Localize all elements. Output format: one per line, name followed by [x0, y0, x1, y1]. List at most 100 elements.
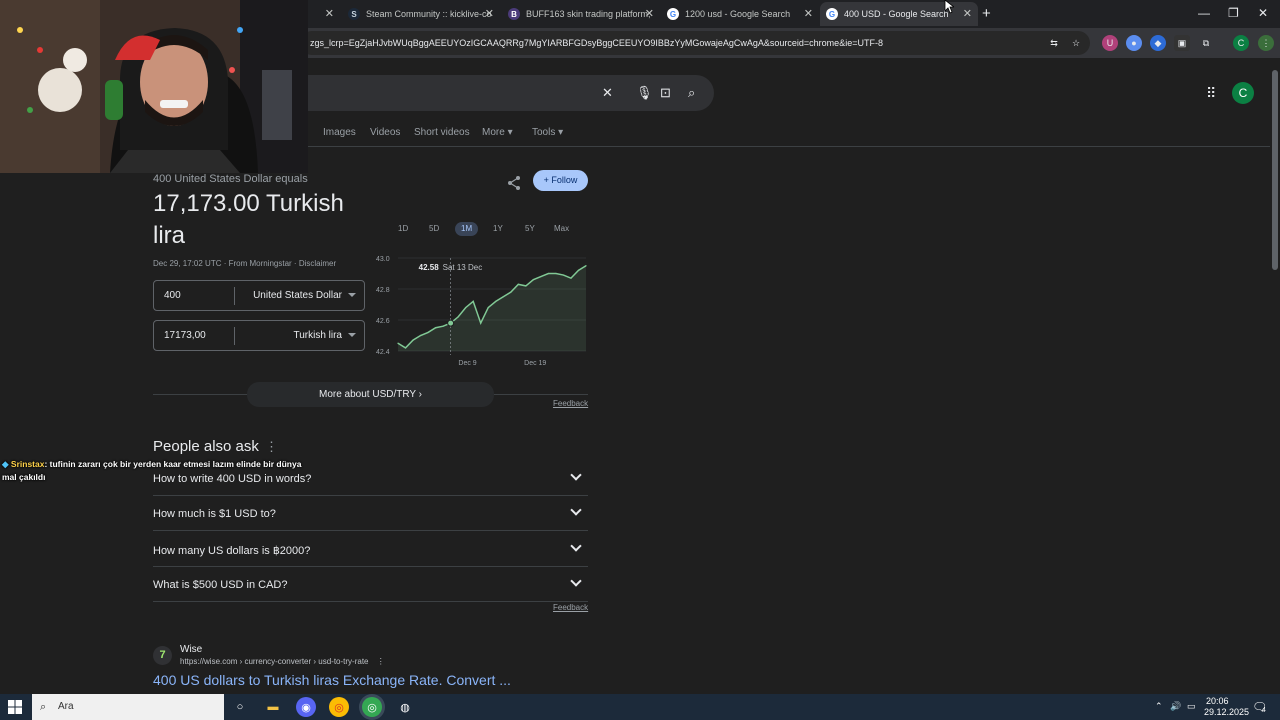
minimize-icon[interactable]: — [1198, 6, 1210, 20]
range-5y[interactable]: 5Y [519, 222, 541, 236]
chart-point [547, 272, 549, 275]
result-site-name: Wise [180, 644, 203, 655]
chart-tooltip-value: 42.58 [419, 263, 440, 272]
more-options-icon[interactable]: ⋮ [377, 657, 385, 666]
tab-buff163[interactable]: B BUFF163 skin trading platform, ✕ [502, 2, 660, 26]
chevron-down-icon [348, 293, 356, 297]
task-view-icon[interactable]: ○ [230, 697, 250, 717]
tab-1200-usd[interactable]: G 1200 usd - Google Search ✕ [661, 2, 819, 26]
chrome-icon[interactable]: ◎ [329, 697, 349, 717]
from-amount-row: 400 United States Dollar [153, 280, 365, 311]
follow-button[interactable]: + Follow [533, 170, 588, 191]
chart-point [457, 316, 459, 318]
extensions-puzzle-icon[interactable]: ⧉ [1198, 35, 1214, 51]
apps-grid-icon[interactable]: ⠿ [1206, 85, 1216, 102]
windows-taskbar: ⌕ Ara ○ ▬ ◉ ◎ ◎ ◍ ⌃ 🔊 ▭ 20:06 29.12.2025… [0, 694, 1280, 720]
range-1y[interactable]: 1Y [487, 222, 509, 236]
windows-start-icon[interactable] [8, 700, 22, 714]
obs-icon[interactable]: ◍ [395, 697, 415, 717]
chrome-profile-icon[interactable]: ◎ [362, 697, 382, 717]
range-5d[interactable]: 5D [423, 222, 445, 236]
translate-icon[interactable]: ⇆ [1046, 35, 1062, 51]
result-title-link[interactable]: 400 US dollars to Turkish liras Exchange… [153, 672, 511, 688]
range-1m[interactable]: 1M [455, 222, 479, 236]
paa-question[interactable]: What is $500 USD in CAD? [153, 567, 588, 602]
address-bar[interactable]: zgs_lcrp=EgZjaHJvbWUqBggAEEUYOzIGCAAQRRg… [300, 31, 1090, 55]
chevron-up-icon[interactable]: ⌃ [1155, 701, 1163, 712]
divider [234, 327, 235, 345]
from-currency-select[interactable]: United States Dollar [253, 290, 342, 301]
range-1d[interactable]: 1D [392, 222, 414, 236]
taskbar-search-placeholder: Ara [58, 701, 74, 712]
file-explorer-icon[interactable]: ▬ [263, 697, 283, 717]
chart-y-tick-label: 42.8 [376, 287, 390, 294]
clock-time[interactable]: 20:06 [1206, 696, 1229, 706]
clear-icon[interactable]: ✕ [602, 85, 613, 101]
google-icon: G [826, 8, 838, 20]
discord-icon[interactable]: ◉ [296, 697, 316, 717]
maximize-icon[interactable]: ❐ [1228, 6, 1239, 20]
profile-avatar[interactable]: C [1233, 35, 1249, 51]
chart-area [398, 265, 586, 351]
close-icon[interactable]: ✕ [485, 7, 494, 20]
filter-short-videos[interactable]: Short videos [414, 127, 470, 138]
extension-icon[interactable]: ◆ [1150, 35, 1166, 51]
bookmark-star-icon[interactable]: ☆ [1068, 35, 1084, 51]
share-icon[interactable] [506, 175, 522, 191]
more-options-icon[interactable]: ⋮ [265, 439, 278, 455]
tab-400-usd[interactable]: G 400 USD - Google Search ✕ [820, 2, 978, 26]
lens-icon[interactable]: ⊡ [660, 85, 671, 101]
scrollbar-thumb[interactable] [1272, 70, 1278, 270]
mic-icon[interactable]: 🎙 [636, 85, 653, 101]
more-about-button[interactable]: More about USD/TRY › [247, 382, 494, 407]
close-icon[interactable]: ✕ [325, 7, 334, 20]
chevron-down-icon [570, 575, 582, 587]
clock-date[interactable]: 29.12.2025 [1204, 707, 1249, 717]
result-url-text: https://wise.com › currency-converter › … [180, 657, 369, 666]
taskbar-search-input[interactable]: ⌕ Ara [32, 694, 224, 720]
chart-point [480, 322, 482, 324]
filter-tools[interactable]: Tools ▾ [532, 127, 563, 138]
chart-x-tick-label: Dec 9 [458, 360, 476, 367]
chart-point [525, 285, 527, 287]
feedback-link[interactable]: Feedback [553, 603, 588, 612]
divider [234, 287, 235, 305]
menu-dots-icon[interactable]: ⋮ [1258, 35, 1274, 51]
network-icon[interactable]: ▭ [1187, 701, 1196, 712]
exchange-rate-chart[interactable]: 43.0 42.8 42.6 42.4 42.58 Sat 13 Dec Dec 9 Dec … [370, 248, 590, 368]
tab-steam-community[interactable]: S Steam Community :: kicklive-co ✕ [342, 2, 500, 26]
from-amount-input[interactable]: 400 [164, 290, 181, 301]
close-icon[interactable]: ✕ [963, 7, 972, 20]
chart-point [517, 283, 519, 285]
extension-icon[interactable]: ● [1126, 35, 1142, 51]
search-icon[interactable]: ⌕ [688, 85, 695, 101]
to-amount-input[interactable]: 17173,00 [164, 330, 206, 341]
to-currency-select[interactable]: Turkish lira [293, 330, 342, 341]
volume-icon[interactable]: 🔊 [1170, 701, 1181, 712]
new-tab-button[interactable]: + [982, 5, 991, 22]
extension-icon[interactable]: ▣ [1174, 35, 1190, 51]
chart-tooltip-date: Sat 13 Dec [443, 263, 483, 272]
chart-point [510, 291, 512, 293]
close-icon[interactable]: ✕ [645, 7, 654, 20]
range-max[interactable]: Max [548, 222, 575, 236]
tab-title: Steam Community :: kicklive-co [366, 9, 492, 19]
close-icon[interactable]: ✕ [804, 7, 813, 20]
avatar[interactable]: C [1232, 82, 1254, 104]
paa-question[interactable]: How many US dollars is ฿2000? [153, 532, 588, 567]
window-close-icon[interactable]: ✕ [1258, 6, 1268, 20]
feedback-link[interactable]: Feedback [553, 399, 588, 408]
filter-videos[interactable]: Videos [370, 127, 400, 138]
filter-tools-label: Tools [532, 127, 556, 138]
chart-hover-point [447, 319, 455, 327]
chart-point [435, 327, 437, 329]
extension-icon[interactable]: U [1102, 35, 1118, 51]
paa-question[interactable]: How much is $1 USD to? [153, 496, 588, 531]
search-input[interactable]: ✕ 🎙 ⊡ ⌕ [300, 75, 714, 111]
chevron-down-icon [570, 504, 582, 516]
converter-meta: Dec 29, 17:02 UTC · From Morningstar · D… [153, 259, 337, 268]
filter-images[interactable]: Images [323, 127, 356, 138]
filter-more[interactable]: More ▾ [482, 127, 513, 138]
scrollbar[interactable] [1270, 58, 1280, 694]
chevron-down-icon [570, 540, 582, 552]
